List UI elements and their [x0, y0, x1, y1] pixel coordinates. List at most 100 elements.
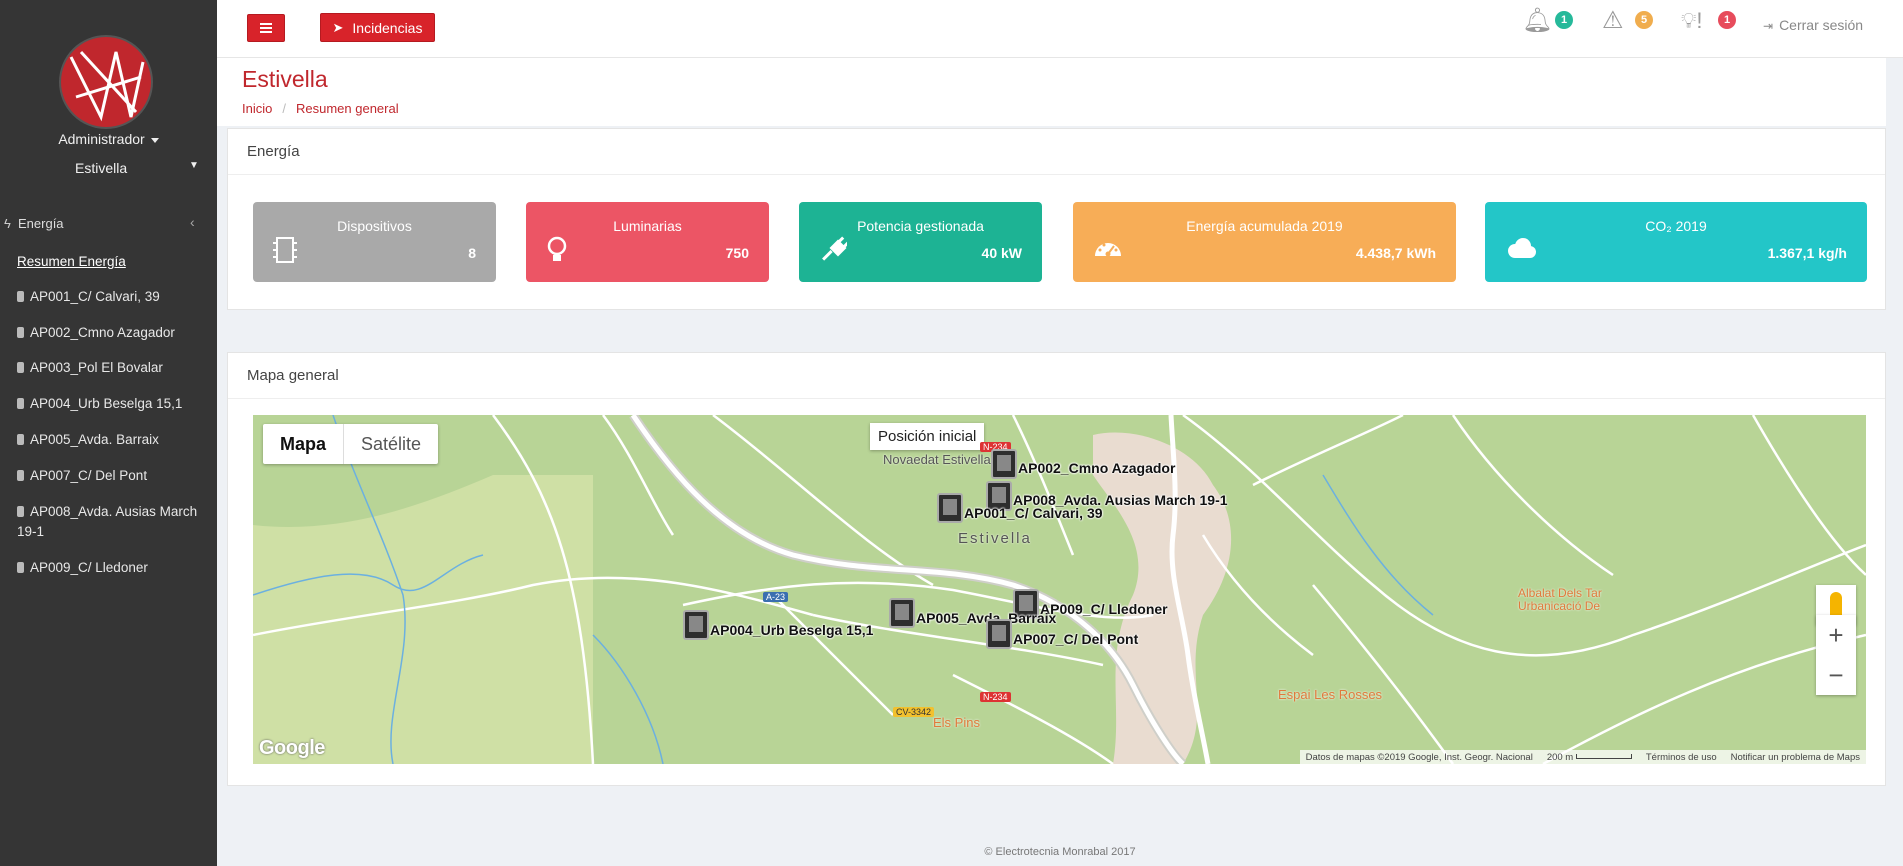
sidebar: Administrador Estivella ▼ ϟ Energía ‹ Re… — [0, 0, 217, 866]
sidebar-item-label: AP003_Pol El Bovalar — [30, 360, 163, 375]
stat-potencia: Potencia gestionada 40 kW — [799, 202, 1042, 282]
sidebar-item-label: AP005_Avda. Barraix — [30, 432, 159, 447]
sidebar-item-ap003[interactable]: AP003_Pol El Bovalar — [17, 358, 207, 378]
triangle-down-icon: ▼ — [189, 160, 199, 171]
breadcrumb: Inicio / Resumen general — [242, 101, 399, 116]
map-marker-label: AP007_C/ Del Pont — [1013, 631, 1139, 647]
map-marker-label: AP002_Cmno Azagador — [1018, 460, 1176, 476]
stat-value: 1.367,1 kg/h — [1767, 245, 1847, 261]
map-view[interactable]: Mapa Satélite Posición inicial Novaedat … — [253, 415, 1866, 764]
sign-out-icon: ⇥ — [1763, 19, 1774, 33]
map-marker-ap005[interactable] — [889, 598, 915, 628]
warnings-badge: 5 — [1635, 11, 1653, 29]
map-marker-label: AP001_C/ Calvari, 39 — [964, 505, 1103, 521]
mapa-panel: Mapa general Mapa Satélite Posición inic… — [227, 352, 1886, 786]
scale-bar — [1575, 754, 1632, 760]
stat-co2: CO₂ 2019 1.367,1 kg/h — [1485, 202, 1867, 282]
stat-dispositivos: Dispositivos 8 — [253, 202, 496, 282]
stat-value: 40 kW — [981, 245, 1022, 261]
user-role-label: Administrador — [58, 131, 145, 147]
place-novaedat: Novaedat Estivella — [883, 452, 991, 467]
map-terms-link[interactable]: Términos de uso — [1646, 752, 1717, 763]
map-report-link[interactable]: Notificar un problema de Maps — [1731, 752, 1860, 763]
map-marker-ap007[interactable] — [986, 619, 1012, 649]
sidebar-item-label: AP004_Urb Beselga 15,1 — [30, 396, 183, 411]
panel-header: Energía — [228, 129, 1885, 175]
breadcrumb-current: Resumen general — [295, 101, 399, 116]
lightbulb-alert-icon[interactable]: 💡︎! — [1681, 8, 1703, 34]
sidebar-item-ap005[interactable]: AP005_Avda. Barraix — [17, 430, 207, 450]
map-type-mapa-button[interactable]: Mapa — [263, 424, 345, 464]
sidebar-item-ap001[interactable]: AP001_C/ Calvari, 39 — [17, 287, 207, 307]
breadcrumb-inicio[interactable]: Inicio — [242, 101, 272, 116]
sidebar-item-ap002[interactable]: AP002_Cmno Azagador — [17, 323, 207, 343]
sidebar-item-label: AP008_Avda. Ausias March 19-1 — [17, 504, 198, 539]
bolt-icon: ϟ — [4, 216, 11, 231]
stat-energia-acumulada: Energía acumulada 2019 4.438,7 kWh — [1073, 202, 1456, 282]
sidebar-item-label: AP009_C/ Lledoner — [30, 560, 148, 575]
sidebar-item-label: AP001_C/ Calvari, 39 — [30, 289, 160, 304]
stat-value: 4.438,7 kWh — [1355, 245, 1436, 261]
sidebar-item-resumen-energia[interactable]: Resumen Energía — [17, 252, 207, 272]
chip-icon — [273, 236, 297, 271]
database-icon — [17, 327, 24, 338]
sidebar-item-label: Resumen Energía — [17, 254, 126, 269]
energia-panel: Energía Dispositivos 8 Luminarias 750 Po… — [227, 128, 1886, 310]
sidebar-item-ap008[interactable]: AP008_Avda. Ausias March 19-1 — [17, 502, 207, 542]
map-type-satelite-button[interactable]: Satélite — [344, 424, 438, 464]
map-marker-label: AP004_Urb Beselga 15,1 — [710, 622, 874, 638]
stat-value: 8 — [468, 245, 476, 261]
lamp-alerts-badge: 1 — [1718, 11, 1736, 29]
panel-title: Energía — [247, 143, 300, 160]
stat-label: CO₂ 2019 — [1645, 218, 1707, 234]
map-scale: 200 m — [1547, 752, 1632, 763]
google-logo: Google — [259, 737, 325, 759]
database-icon — [17, 434, 24, 445]
page-title-bar: Estivella Inicio / Resumen general — [217, 58, 1886, 126]
place-albalat: Albalat Dels Tar Urbanicació De — [1518, 586, 1602, 613]
stat-label: Luminarias — [613, 218, 682, 234]
sidebar-item-ap007[interactable]: AP007_C/ Del Pont — [17, 466, 207, 486]
stat-label: Dispositivos — [337, 218, 412, 234]
user-menu[interactable]: Administrador — [0, 131, 217, 147]
database-icon — [17, 470, 24, 481]
brand-logo — [61, 37, 151, 127]
paper-plane-icon: ➤ — [332, 19, 344, 35]
road-n234-south: N-234 — [980, 692, 1011, 702]
page-footer: © Electrotecnia Monrabal 2017 — [984, 846, 1136, 858]
sidebar-item-ap009[interactable]: AP009_C/ Lledoner — [17, 558, 207, 578]
chevron-left-icon: ‹ — [190, 214, 195, 230]
zoom-in-button[interactable]: + — [1816, 615, 1856, 655]
notifications-badge: 1 — [1555, 11, 1573, 29]
map-marker-ap001[interactable] — [937, 493, 963, 523]
sidebar-item-ap004[interactable]: AP004_Urb Beselga 15,1 — [17, 394, 207, 414]
incidencias-button[interactable]: ➤ Incidencias — [320, 13, 435, 42]
map-marker-ap004[interactable] — [683, 610, 709, 640]
plug-icon — [819, 236, 850, 271]
bell-icon[interactable]: 🔔︎ — [1522, 6, 1552, 35]
page-title: Estivella — [242, 66, 328, 92]
sidebar-item-label: AP007_C/ Del Pont — [30, 468, 148, 483]
incidencias-label: Incidencias — [352, 19, 423, 36]
zoom-out-button[interactable]: − — [1816, 655, 1856, 695]
map-attribution: Datos de mapas ©2019 Google, Inst. Geogr… — [1299, 750, 1866, 764]
caret-down-icon — [150, 137, 159, 143]
database-icon — [17, 398, 24, 409]
hamburger-icon — [260, 23, 272, 33]
warning-icon[interactable]: ⚠︎ — [1602, 6, 1624, 35]
top-header: ➤ Incidencias 🔔︎ 1 ⚠︎ 5 💡︎! 1 ⇥ Cerrar se… — [217, 0, 1903, 58]
logout-link[interactable]: ⇥ Cerrar sesión — [1763, 17, 1863, 33]
sidebar-item-label: AP002_Cmno Azagador — [30, 325, 175, 340]
database-icon — [17, 506, 24, 517]
map-marker-ap002[interactable] — [991, 449, 1017, 479]
map-tooltip: Posición inicial — [870, 423, 985, 450]
place-espai: Espai Les Rosses — [1278, 687, 1383, 702]
database-icon — [17, 291, 24, 302]
place-estivella: Estivella — [958, 530, 1032, 547]
lightbulb-icon — [546, 236, 568, 271]
stat-luminarias: Luminarias 750 — [526, 202, 769, 282]
road-a23: A-23 — [763, 592, 789, 602]
menu-toggle-button[interactable] — [247, 14, 285, 42]
panel-header: Mapa general — [228, 353, 1885, 399]
map-marker-label: AP009_C/ Lledoner — [1040, 601, 1168, 617]
